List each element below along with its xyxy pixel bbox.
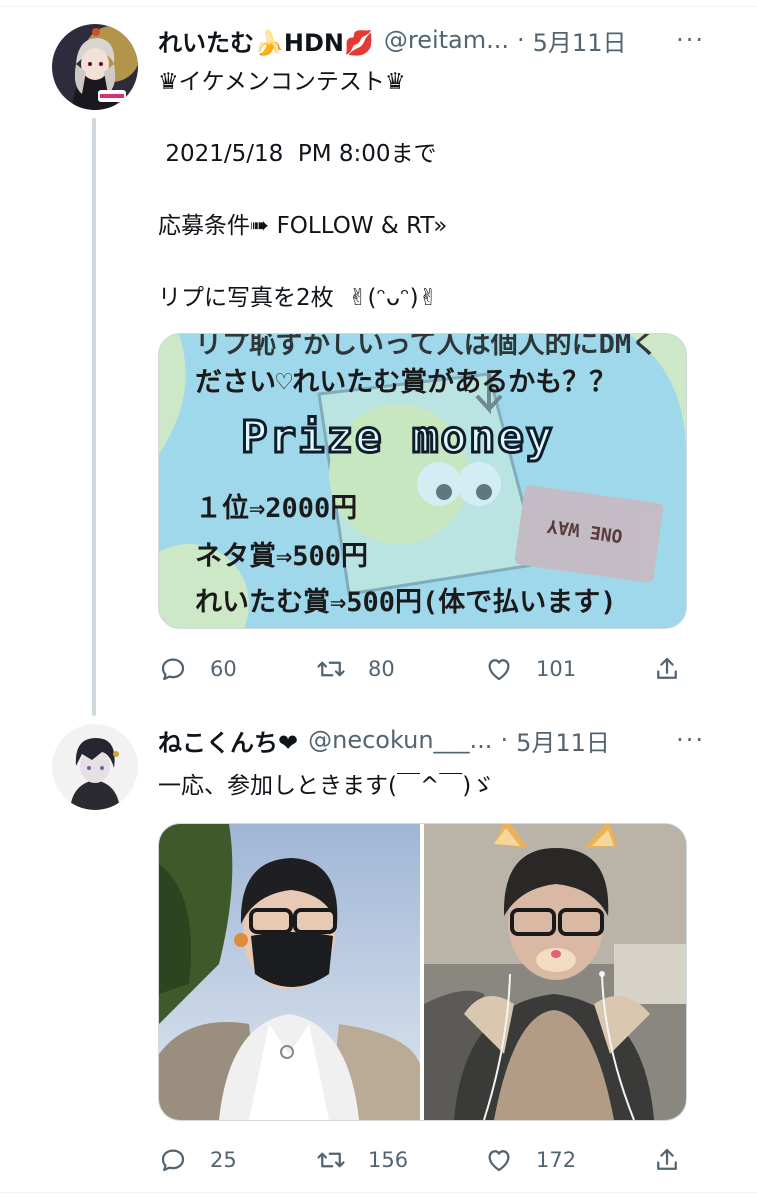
like-button[interactable]: 172	[484, 1140, 576, 1180]
like-icon	[488, 1150, 510, 1172]
reply-icon	[161, 658, 185, 681]
tweet-1[interactable]: れいたむ🍌HDN💋 @reitam... · 5月11日 ··· ♛イケメンコン…	[0, 0, 757, 716]
separator-dot: ·	[517, 26, 525, 54]
photo-right[interactable]	[424, 824, 686, 1120]
like-count: 101	[536, 657, 577, 681]
like-count: 172	[536, 1148, 577, 1172]
reply-count: 25	[210, 1148, 237, 1172]
tweet-header: れいたむ🍌HDN💋 @reitam... · 5月11日	[158, 20, 626, 60]
tweet-image-photos[interactable]	[158, 823, 687, 1121]
like-button[interactable]: 101	[484, 649, 576, 689]
retweet-button[interactable]: 156	[316, 1140, 408, 1180]
retweet-icon	[317, 661, 345, 677]
tweet-date[interactable]: 5月11日	[516, 723, 610, 758]
reply-button[interactable]: 60	[158, 649, 237, 689]
avatar-necokun[interactable]	[52, 724, 138, 810]
separator-dot: ·	[500, 726, 509, 754]
share-button[interactable]	[652, 649, 682, 689]
tweet-actions: 25 156 172	[158, 1140, 685, 1180]
tweet-date[interactable]: 5月11日	[533, 23, 627, 58]
reply-count: 60	[210, 657, 237, 681]
prize-neta: ネタ賞⇒500円	[195, 541, 369, 572]
retweet-count: 80	[368, 657, 395, 681]
display-name[interactable]: れいたむ🍌HDN💋	[158, 23, 374, 58]
user-handle[interactable]: @necokun___...	[308, 726, 492, 754]
retweet-icon	[317, 1152, 345, 1168]
retweet-count: 156	[368, 1148, 409, 1172]
prize-text-partial: リプ恥ずかしいって人は個人的にDMく	[195, 333, 659, 360]
more-icon[interactable]: ···	[676, 720, 705, 760]
thread-line	[92, 118, 96, 716]
photo-left[interactable]	[159, 824, 420, 1120]
user-handle[interactable]: @reitam...	[384, 26, 509, 54]
more-icon[interactable]: ···	[676, 20, 705, 60]
tweet-text: ♛イケメンコンテスト♛ 2021/5/18 PM 8:00まで 応募条件➠ FO…	[158, 69, 448, 311]
tweet-header: ねこくんち❤ @necokun___... · 5月11日	[158, 720, 610, 760]
tweet-text: 一応、参加しときます(￣^￣)ゞ	[158, 773, 495, 799]
reply-icon	[161, 1149, 185, 1172]
like-icon	[488, 659, 510, 681]
prize-first: １位⇒2000円	[195, 493, 358, 524]
share-icon	[657, 657, 677, 679]
tweet-2[interactable]: ねこくんち❤ @necokun___... · 5月11日 ··· 一応、参加し…	[0, 716, 757, 1192]
prize-title: Prize money	[239, 411, 555, 465]
prize-reitam: れいたむ賞⇒500円(体で払います)	[195, 587, 617, 618]
tweet-actions: 60 80 101	[158, 649, 685, 689]
avatar-reitam[interactable]	[52, 24, 138, 110]
tweet-image-prize[interactable]: リプ恥ずかしいって人は個人的にDMく ださい♡れいたむ賞があるかも？？ Priz…	[158, 333, 687, 629]
prize-text-line2: ださい♡れいたむ賞があるかも？？	[195, 367, 617, 398]
reply-button[interactable]: 25	[158, 1140, 237, 1180]
display-name[interactable]: ねこくんち❤	[158, 723, 298, 758]
retweet-button[interactable]: 80	[316, 649, 395, 689]
share-icon	[657, 1148, 677, 1170]
bottom-divider	[0, 1192, 757, 1193]
share-button[interactable]	[652, 1140, 682, 1180]
